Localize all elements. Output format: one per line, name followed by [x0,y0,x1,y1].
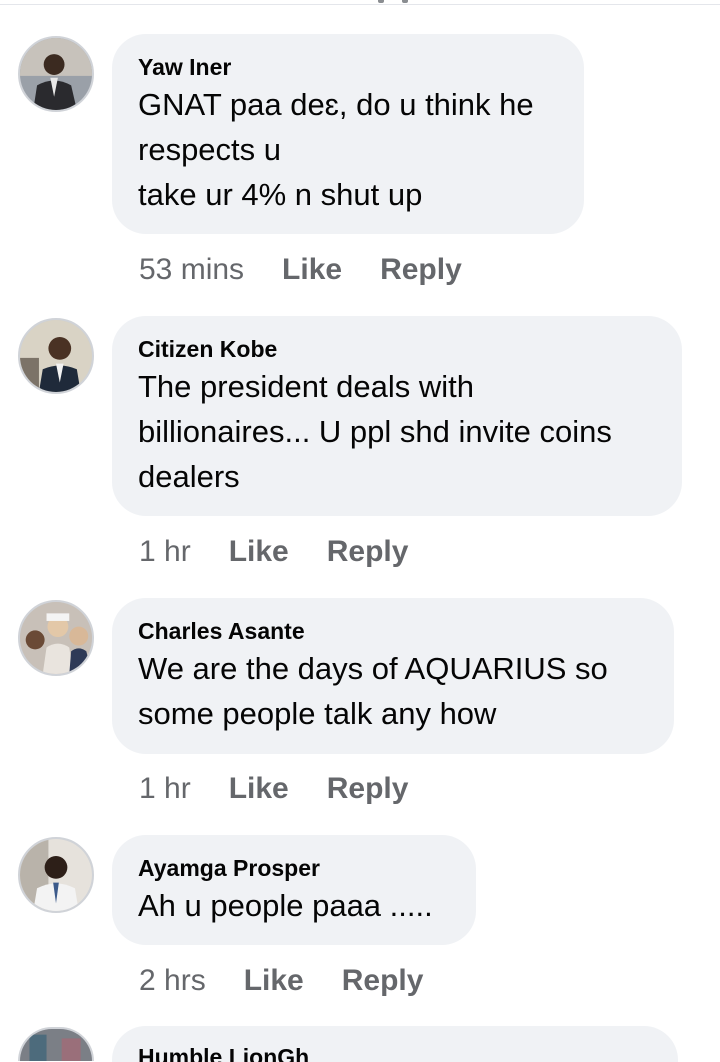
comment-bubble: Charles Asante We are the days of AQUARI… [112,598,674,754]
comment-timestamp[interactable]: 53 mins [139,252,244,288]
comment-actions: 53 mins Like Reply [139,252,462,288]
top-divider [0,4,720,5]
reply-button[interactable]: Reply [327,534,409,570]
comment-timestamp[interactable]: 1 hr [139,534,191,570]
avatar[interactable] [18,1027,94,1061]
comment-actions: 2 hrs Like Reply [139,963,423,999]
comment-author[interactable]: Ayamga Prosper [138,853,450,883]
comment-author[interactable]: Citizen Kobe [138,334,656,364]
reply-button[interactable]: Reply [380,252,462,288]
avatar[interactable] [18,318,94,394]
comment-bubble: Citizen Kobe The president deals with bi… [112,316,682,516]
reply-button[interactable]: Reply [342,963,424,999]
avatar[interactable] [18,36,94,112]
reply-button[interactable]: Reply [327,771,409,807]
comment-author[interactable]: Humble LionGh [138,1042,652,1062]
comment-actions: 1 hr Like Reply [139,771,408,807]
comment-bubble: Ayamga Prosper Ah u people paaa ..... [112,835,476,945]
comment-actions: 1 hr Like Reply [139,534,408,570]
comment-author[interactable]: Yaw Iner [138,52,558,82]
comment-text: The president deals with billionaires...… [138,369,612,494]
comment-text: GNAT paa deɛ, do u think he respects u t… [138,87,534,212]
comment-timestamp[interactable]: 1 hr [139,771,191,807]
like-button[interactable]: Like [229,534,289,570]
comment-text: We are the days of AQUARIUS so some peop… [138,651,608,731]
avatar[interactable] [18,837,94,913]
comment-bubble: Yaw Iner GNAT paa deɛ, do u think he res… [112,34,584,234]
comment-timestamp[interactable]: 2 hrs [139,963,206,999]
comment-author[interactable]: Charles Asante [138,616,648,646]
truncated-text-mark [376,0,410,4]
like-button[interactable]: Like [244,963,304,999]
comment-bubble: Humble LionGh [112,1026,678,1062]
comment-text: Ah u people paaa ..... [138,888,433,923]
like-button[interactable]: Like [229,771,289,807]
avatar[interactable] [18,600,94,676]
like-button[interactable]: Like [282,252,342,288]
